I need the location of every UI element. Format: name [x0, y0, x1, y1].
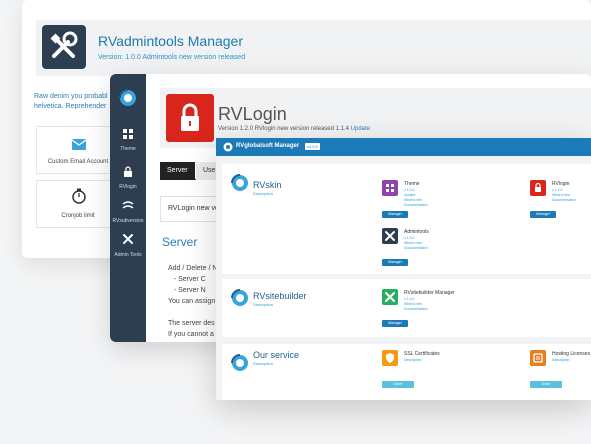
section-heading: Server: [162, 235, 198, 249]
sidebar-item-label: Admin Tools: [114, 252, 142, 258]
rvlogin-version: Version 1.2.0 RVlogin new version releas…: [218, 126, 370, 132]
section-rvskin: RVskin Description Theme v 1.0.0 Update …: [222, 164, 591, 274]
cronjob-card[interactable]: Cronjob limit: [36, 180, 120, 228]
sidebar-item-rvlogin[interactable]: RVlogin: [110, 164, 146, 190]
product-hosting-licenses: Hosting Licenses Description Order: [530, 350, 591, 390]
manager-titlebar: RVglobalsoft Manager v1.0.0: [216, 138, 591, 156]
tools-icon: [382, 228, 398, 244]
cronjob-label: Cronjob limit: [61, 213, 95, 219]
body-line: - Server C: [168, 276, 206, 283]
email-icon: [71, 139, 87, 150]
manager-button[interactable]: Manager: [530, 211, 556, 218]
section-desc: Description: [253, 302, 274, 307]
product-desc: Description: [404, 358, 422, 362]
product-version: v 1.2.0: [552, 188, 563, 192]
rv-logo-icon: [231, 354, 248, 371]
server-description: Add / Delete / N - Server C - Server N Y…: [168, 263, 217, 340]
theme-icon: [123, 129, 133, 139]
ssl-icon: [382, 350, 398, 366]
admintools-title: RVadmintools Manager: [98, 33, 244, 49]
manager-title: RVglobalsoft Manager: [236, 143, 300, 149]
update-link[interactable]: Update: [351, 126, 370, 132]
product-rvlogin: RVlogin v 1.2.0 What's new Documentation…: [530, 180, 590, 220]
documentation-link[interactable]: Documentation: [404, 203, 428, 207]
section-name: RVskin: [253, 180, 282, 190]
body-line: You can assign: [168, 298, 216, 305]
documentation-link[interactable]: Documentation: [404, 307, 428, 311]
whats-new-link[interactable]: What's new: [404, 302, 422, 306]
stopwatch-icon: [72, 188, 86, 204]
body-line: - Server N: [168, 287, 206, 294]
rvlogin-logo: [166, 94, 214, 142]
sidebar-item-label: RVsubversion: [112, 218, 144, 224]
product-name: RVsitebuilder Manager: [404, 290, 455, 296]
rv-logo-icon: [223, 142, 233, 152]
section-our-service: Our service Description SSL Certificates…: [222, 344, 591, 400]
sidebar-item-theme[interactable]: Theme: [110, 126, 146, 152]
product-admintools: Admintools v 1.0.0 What's new Documentat…: [382, 228, 532, 268]
section-name: RVsitebuilder: [253, 291, 307, 301]
lock-icon: [181, 103, 199, 131]
documentation-link[interactable]: Documentation: [552, 198, 576, 202]
whats-new-link[interactable]: What's new: [404, 241, 422, 245]
order-button[interactable]: Order: [382, 381, 414, 388]
rvlogin-title: RVLogin: [218, 104, 287, 124]
manager-button[interactable]: Manager: [382, 320, 408, 327]
product-name: Theme: [404, 181, 420, 187]
whats-new-link[interactable]: What's new: [552, 193, 570, 197]
whats-new-link[interactable]: What's new: [404, 198, 422, 202]
section-desc: Description: [253, 361, 274, 366]
rvlogin-version-text: Version 1.2.0 RVlogin new version releas…: [218, 126, 349, 132]
section-desc: Description: [253, 191, 274, 196]
product-desc: Description: [552, 358, 570, 362]
custom-email-label: Custom Email Account: [47, 159, 109, 165]
order-button[interactable]: Order: [530, 381, 562, 388]
license-icon: [530, 350, 546, 366]
theme-icon: [382, 180, 398, 196]
documentation-link[interactable]: Documentation: [404, 246, 428, 250]
sitebuilder-icon: [382, 289, 398, 305]
product-name: Admintools: [404, 229, 429, 235]
body-line: The server des: [168, 320, 215, 327]
rv-logo-icon: [231, 289, 248, 306]
admintools-logo: [42, 25, 86, 69]
product-ssl-certificates: SSL Certificates Description Order: [382, 350, 532, 390]
sidebar-item-label: Theme: [120, 146, 136, 152]
admintools-version: Version: 1.0.0 Admintools new version re…: [98, 54, 246, 61]
product-version: v 1.0.0: [404, 188, 415, 192]
lock-icon: [530, 180, 546, 196]
product-name: SSL Certificates: [404, 351, 440, 357]
sidebar-item-rvsubversion[interactable]: RVsubversion: [110, 198, 146, 224]
lock-icon: [124, 166, 132, 177]
sidebar: Theme RVlogin RVsubversion Admin Tools: [110, 74, 146, 342]
sidebar-item-label: RVlogin: [119, 184, 137, 190]
manager-window: RVglobalsoft Manager v1.0.0 RVskin Descr…: [216, 138, 591, 400]
product-version: v 1.0.0: [404, 297, 415, 301]
tools-icon: [50, 31, 78, 58]
product-name: RVlogin: [552, 181, 570, 187]
rv-logo-icon: [231, 174, 248, 191]
manager-button[interactable]: Manager: [382, 259, 408, 266]
sidebar-item-admin-tools[interactable]: Admin Tools: [110, 232, 146, 258]
custom-email-card[interactable]: Custom Email Account: [36, 126, 120, 174]
product-name: Hosting Licenses: [552, 351, 591, 357]
tab-server[interactable]: Server: [160, 162, 195, 180]
product-version: v 1.0.0: [404, 236, 415, 240]
rv-logo-icon: [119, 89, 136, 106]
subversion-icon: [122, 201, 134, 209]
product-rvsitebuilder-manager: RVsitebuilder Manager v 1.0.0 What's new…: [382, 289, 532, 329]
body-line: Add / Delete / N: [168, 265, 218, 272]
admintools-header: RVadmintools Manager Version: 1.0.0 Admi…: [36, 20, 591, 76]
product-theme: Theme v 1.0.0 Update What's new Document…: [382, 180, 532, 220]
update-link[interactable]: Update: [404, 193, 415, 197]
body-line: [168, 307, 217, 318]
section-rvsitebuilder: RVsitebuilder Description RVsitebuilder …: [222, 279, 591, 337]
version-badge: v1.0.0: [305, 143, 320, 150]
tools-icon: [123, 234, 133, 244]
manager-button[interactable]: Manager: [382, 211, 408, 218]
section-name: Our service: [253, 350, 300, 360]
body-line: If you cannot a: [168, 331, 214, 338]
